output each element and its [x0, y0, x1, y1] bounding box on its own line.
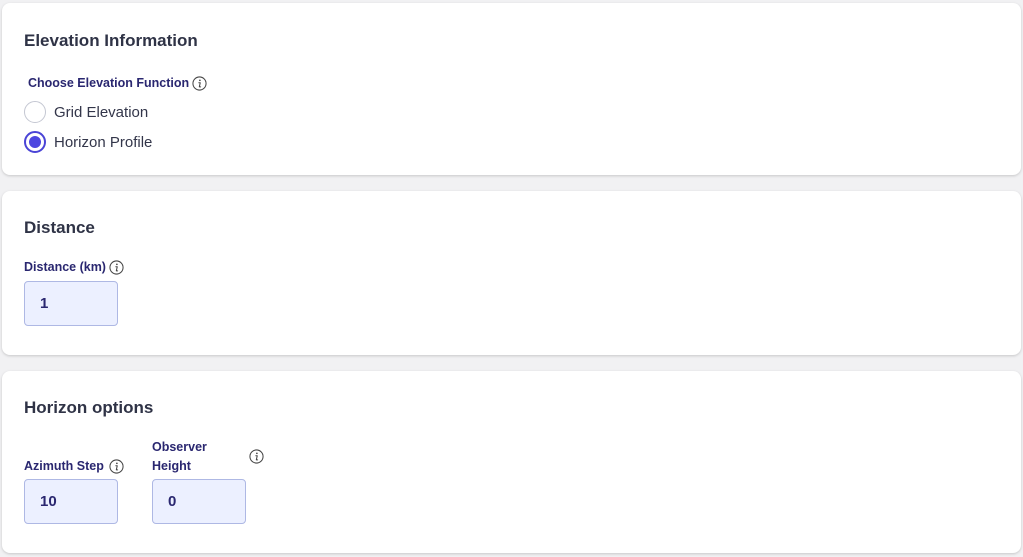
- observer-height-input[interactable]: [152, 479, 246, 524]
- observer-height-label-line1: Observer: [152, 440, 207, 454]
- info-icon[interactable]: [192, 76, 207, 91]
- elevation-function-label: Choose Elevation Function: [28, 76, 190, 90]
- info-icon[interactable]: [249, 449, 264, 464]
- elevation-info-title: Elevation Information: [24, 31, 198, 50]
- radio-label: Grid Elevation: [54, 103, 149, 121]
- observer-height-label-line2: Height: [152, 459, 191, 473]
- radio-grid-elevation[interactable]: Grid Elevation: [24, 100, 148, 124]
- radio-horizon-profile[interactable]: Horizon Profile: [24, 130, 152, 154]
- azimuth-step-input[interactable]: [24, 479, 118, 524]
- distance-input[interactable]: [24, 281, 118, 326]
- distance-field-label: Distance (km): [24, 260, 106, 274]
- distance-title: Distance: [24, 218, 95, 237]
- radio-button[interactable]: [24, 101, 46, 123]
- azimuth-step-label: Azimuth Step: [24, 459, 104, 473]
- radio-button-selected[interactable]: [24, 131, 46, 153]
- distance-card: Distance Distance (km): [2, 191, 1021, 355]
- horizon-options-title: Horizon options: [24, 398, 154, 417]
- radio-label: Horizon Profile: [54, 133, 153, 151]
- info-icon[interactable]: [109, 459, 124, 474]
- info-icon[interactable]: [109, 260, 124, 275]
- elevation-info-card: Elevation Information Choose Elevation F…: [2, 3, 1021, 175]
- horizon-options-card: Horizon options Azimuth Step Observer He…: [2, 371, 1021, 553]
